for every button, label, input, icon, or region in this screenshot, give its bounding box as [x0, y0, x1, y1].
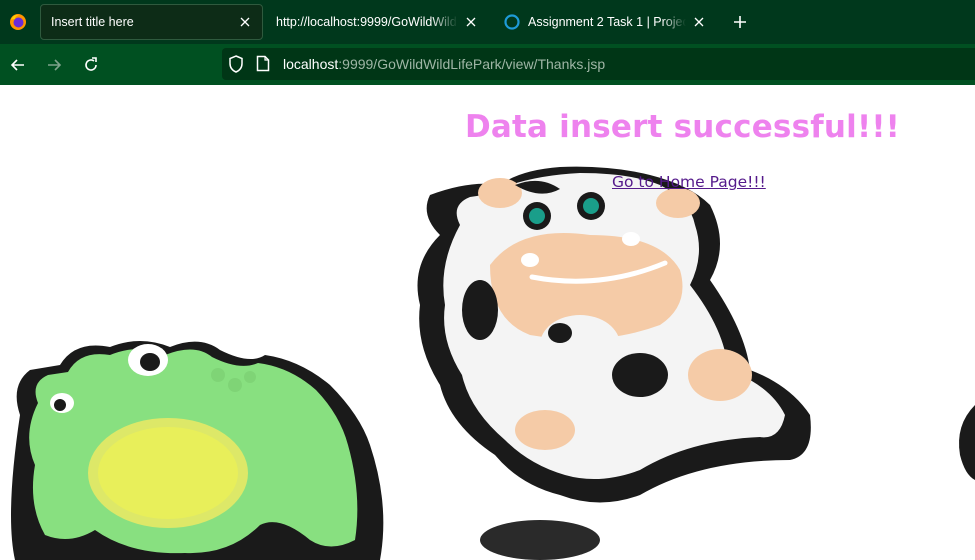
page-icon[interactable] — [256, 55, 270, 77]
home-page-link[interactable]: Go to Home Page!!! — [612, 173, 766, 191]
page-content: Data insert successful!!! Go to Home Pag… — [0, 85, 975, 560]
tab-assignment[interactable]: Assignment 2 Task 1 | Project Dc — [494, 4, 716, 40]
url-host: localhost — [283, 56, 339, 72]
cow-charm-illustration — [417, 166, 811, 560]
tab-label: Insert title here — [51, 15, 134, 29]
shield-icon[interactable] — [228, 55, 244, 78]
close-icon[interactable] — [692, 15, 706, 29]
frog-charm-illustration — [11, 341, 384, 560]
tab-localhost[interactable]: http://localhost:9999/GoWildWildLif — [266, 4, 488, 40]
tab-label: Assignment 2 Task 1 | Project Dc — [528, 15, 686, 29]
forward-arrow-icon — [48, 59, 62, 71]
tab-insert-title[interactable]: Insert title here — [40, 4, 263, 40]
navigation-toolbar: localhost:9999/GoWildWildLifePark/view/T… — [0, 44, 975, 85]
success-heading: Data insert successful!!! — [464, 109, 901, 145]
close-icon[interactable] — [464, 15, 478, 29]
back-arrow-icon — [10, 59, 24, 71]
reload-icon — [85, 57, 97, 71]
address-bar[interactable]: localhost:9999/GoWildWildLifePark/view/T… — [222, 48, 975, 80]
forward-button[interactable] — [41, 52, 67, 78]
edge-charm-illustration — [959, 405, 975, 480]
back-button[interactable] — [5, 52, 31, 78]
globe-icon — [504, 14, 520, 30]
new-tab-button[interactable] — [728, 10, 752, 34]
url-text: localhost:9999/GoWildWildLifePark/view/T… — [283, 55, 605, 73]
message-container: Data insert successful!!! — [0, 109, 975, 145]
firefox-icon — [10, 14, 26, 30]
url-path: :9999/GoWildWildLifePark/view/Thanks.jsp — [338, 56, 606, 72]
background-charms-image — [11, 166, 975, 560]
tab-label: http://localhost:9999/GoWildWildLif — [276, 15, 458, 29]
tab-strip: Insert title here http://localhost:9999/… — [0, 0, 975, 44]
plus-icon — [734, 16, 746, 28]
reload-button[interactable] — [78, 52, 104, 78]
close-icon[interactable] — [238, 15, 252, 29]
firefox-menu-button[interactable] — [0, 0, 36, 44]
